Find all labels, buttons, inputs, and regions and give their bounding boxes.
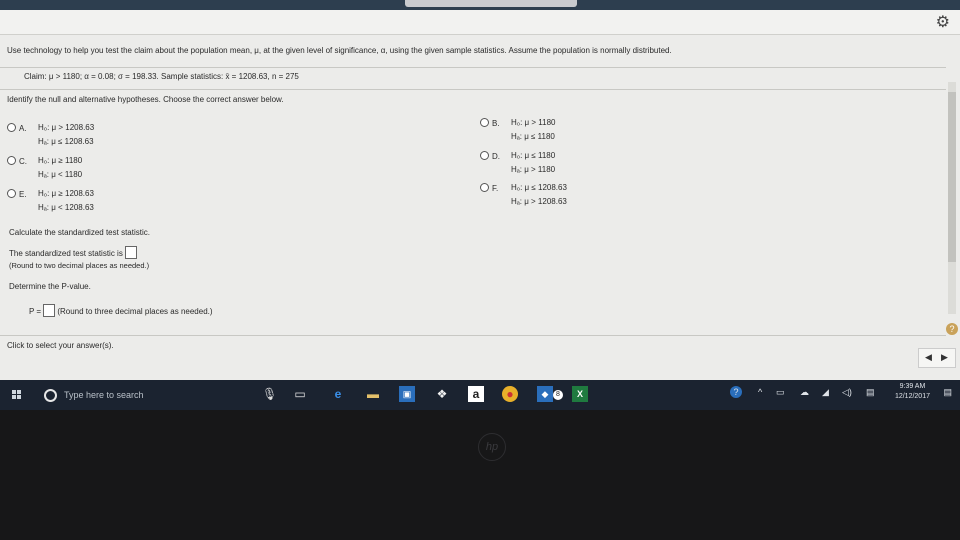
option-c-h0: H₀: μ ≥ 1180 xyxy=(38,156,83,165)
windows-start-icon[interactable] xyxy=(12,390,22,400)
radio-button[interactable] xyxy=(7,123,16,132)
hypotheses-prompt: Identify the null and alternative hypoth… xyxy=(7,95,284,104)
stat-line: The standardized test statistic is xyxy=(9,246,137,259)
p-round-hint: (Round to three decimal places as needed… xyxy=(57,307,213,316)
taskbar-search-input[interactable]: Type here to search xyxy=(40,384,240,406)
option-d[interactable]: D. xyxy=(480,151,500,162)
volume-icon[interactable]: ◁) xyxy=(842,387,852,398)
wifi-icon[interactable]: ◢ xyxy=(822,387,829,398)
chevron-up-icon[interactable]: ^ xyxy=(758,387,762,397)
edge-browser-icon[interactable]: e xyxy=(330,386,346,402)
excel-icon[interactable]: X xyxy=(572,386,588,402)
p-answer-box[interactable] xyxy=(43,304,56,317)
option-b-ha: Hₐ: μ ≤ 1180 xyxy=(511,132,555,141)
option-letter: C. xyxy=(19,157,27,166)
task-view-icon[interactable]: ▭ xyxy=(292,386,308,402)
option-letter: E. xyxy=(19,190,27,199)
option-b[interactable]: B. xyxy=(480,118,500,129)
chrome-icon[interactable]: ● xyxy=(502,386,518,402)
browser-tab-strip[interactable] xyxy=(405,0,577,7)
notifications-icon[interactable]: ▤ xyxy=(943,387,952,398)
clock-date: 12/12/2017 xyxy=(894,393,930,400)
option-letter: F. xyxy=(492,184,499,193)
option-d-h0: H₀: μ ≤ 1180 xyxy=(511,151,556,160)
dropbox-icon[interactable]: ❖ xyxy=(434,386,450,402)
header-strip: ⚙ xyxy=(0,10,960,35)
gear-icon[interactable]: ⚙ xyxy=(936,12,950,32)
monitor-bezel: hp xyxy=(0,410,960,540)
store-icon[interactable]: ▣ xyxy=(399,386,415,402)
option-f-h0: H₀: μ ≤ 1208.63 xyxy=(511,183,567,192)
hp-logo: hp xyxy=(478,433,506,461)
help-tray-icon[interactable]: ? xyxy=(730,386,742,398)
pvalue-line: P = (Round to three decimal places as ne… xyxy=(29,304,213,317)
next-arrow-icon[interactable]: ▶ xyxy=(941,352,948,363)
option-c[interactable]: C. xyxy=(7,156,27,167)
option-c-ha: Hₐ: μ < 1180 xyxy=(38,170,83,179)
clock-time: 9:39 AM xyxy=(899,383,926,390)
search-placeholder: Type here to search xyxy=(64,390,144,400)
option-letter: A. xyxy=(19,124,27,133)
keyboard-icon[interactable]: ▤ xyxy=(866,387,875,398)
option-letter: D. xyxy=(492,152,500,161)
file-explorer-icon[interactable]: ▬ xyxy=(365,386,381,402)
option-a[interactable]: A. xyxy=(7,123,27,134)
radio-button[interactable] xyxy=(480,118,489,127)
amazon-icon[interactable]: a xyxy=(468,386,484,402)
option-e-h0: H₀: μ ≥ 1208.63 xyxy=(38,189,94,198)
stat-answer-box[interactable] xyxy=(124,246,137,259)
divider xyxy=(0,89,946,90)
notification-badge: 8 xyxy=(553,390,563,400)
divider xyxy=(0,67,946,68)
option-f[interactable]: F. xyxy=(480,183,498,194)
option-e-ha: Hₐ: μ < 1208.63 xyxy=(38,203,94,212)
option-e[interactable]: E. xyxy=(7,189,27,200)
scrollbar-thumb[interactable] xyxy=(948,92,956,262)
microphone-icon[interactable]: 🎙 xyxy=(262,386,277,402)
window-top-edge xyxy=(0,0,960,10)
cloud-icon[interactable]: ☁ xyxy=(800,387,809,398)
help-icon[interactable]: ? xyxy=(946,323,958,335)
battery-icon[interactable]: ▭ xyxy=(776,387,785,398)
stat-round-hint: (Round to two decimal places as needed.) xyxy=(9,261,150,270)
footer-hint: Click to select your answer(s). xyxy=(7,341,114,350)
prev-arrow-icon[interactable]: ◀ xyxy=(925,352,932,363)
windows-taskbar: Type here to search 🎙 ▭ e ▬ ▣ ❖ a ● ◆ 8 … xyxy=(0,380,960,410)
question-nav: ◀ ▶ xyxy=(918,348,956,368)
system-clock[interactable]: 9:39 AM 12/12/2017 xyxy=(895,382,930,402)
radio-button[interactable] xyxy=(480,151,489,160)
question-screen: ⚙ Use technology to help you test the cl… xyxy=(0,10,960,380)
option-a-h0: H₀: μ > 1208.63 xyxy=(38,123,95,132)
radio-button[interactable] xyxy=(480,183,489,192)
stat-label: The standardized test statistic is xyxy=(9,249,123,258)
option-a-ha: Hₐ: μ ≤ 1208.63 xyxy=(38,137,94,146)
app-icon[interactable]: ◆ xyxy=(537,386,553,402)
cortana-icon xyxy=(44,389,57,402)
instruction-text: Use technology to help you test the clai… xyxy=(7,46,672,55)
option-b-h0: H₀: μ > 1180 xyxy=(511,118,556,127)
divider xyxy=(0,335,946,336)
radio-button[interactable] xyxy=(7,156,16,165)
p-label: P = xyxy=(29,307,42,316)
scrollbar[interactable] xyxy=(948,82,956,314)
option-f-ha: Hₐ: μ > 1208.63 xyxy=(511,197,567,206)
pvalue-prompt: Determine the P-value. xyxy=(9,282,91,291)
option-letter: B. xyxy=(492,119,500,128)
radio-button[interactable] xyxy=(7,189,16,198)
claim-line: Claim: μ > 1180; α = 0.08; σ = 198.33. S… xyxy=(24,72,299,81)
calc-prompt: Calculate the standardized test statisti… xyxy=(9,228,150,237)
option-d-ha: Hₐ: μ > 1180 xyxy=(511,165,556,174)
